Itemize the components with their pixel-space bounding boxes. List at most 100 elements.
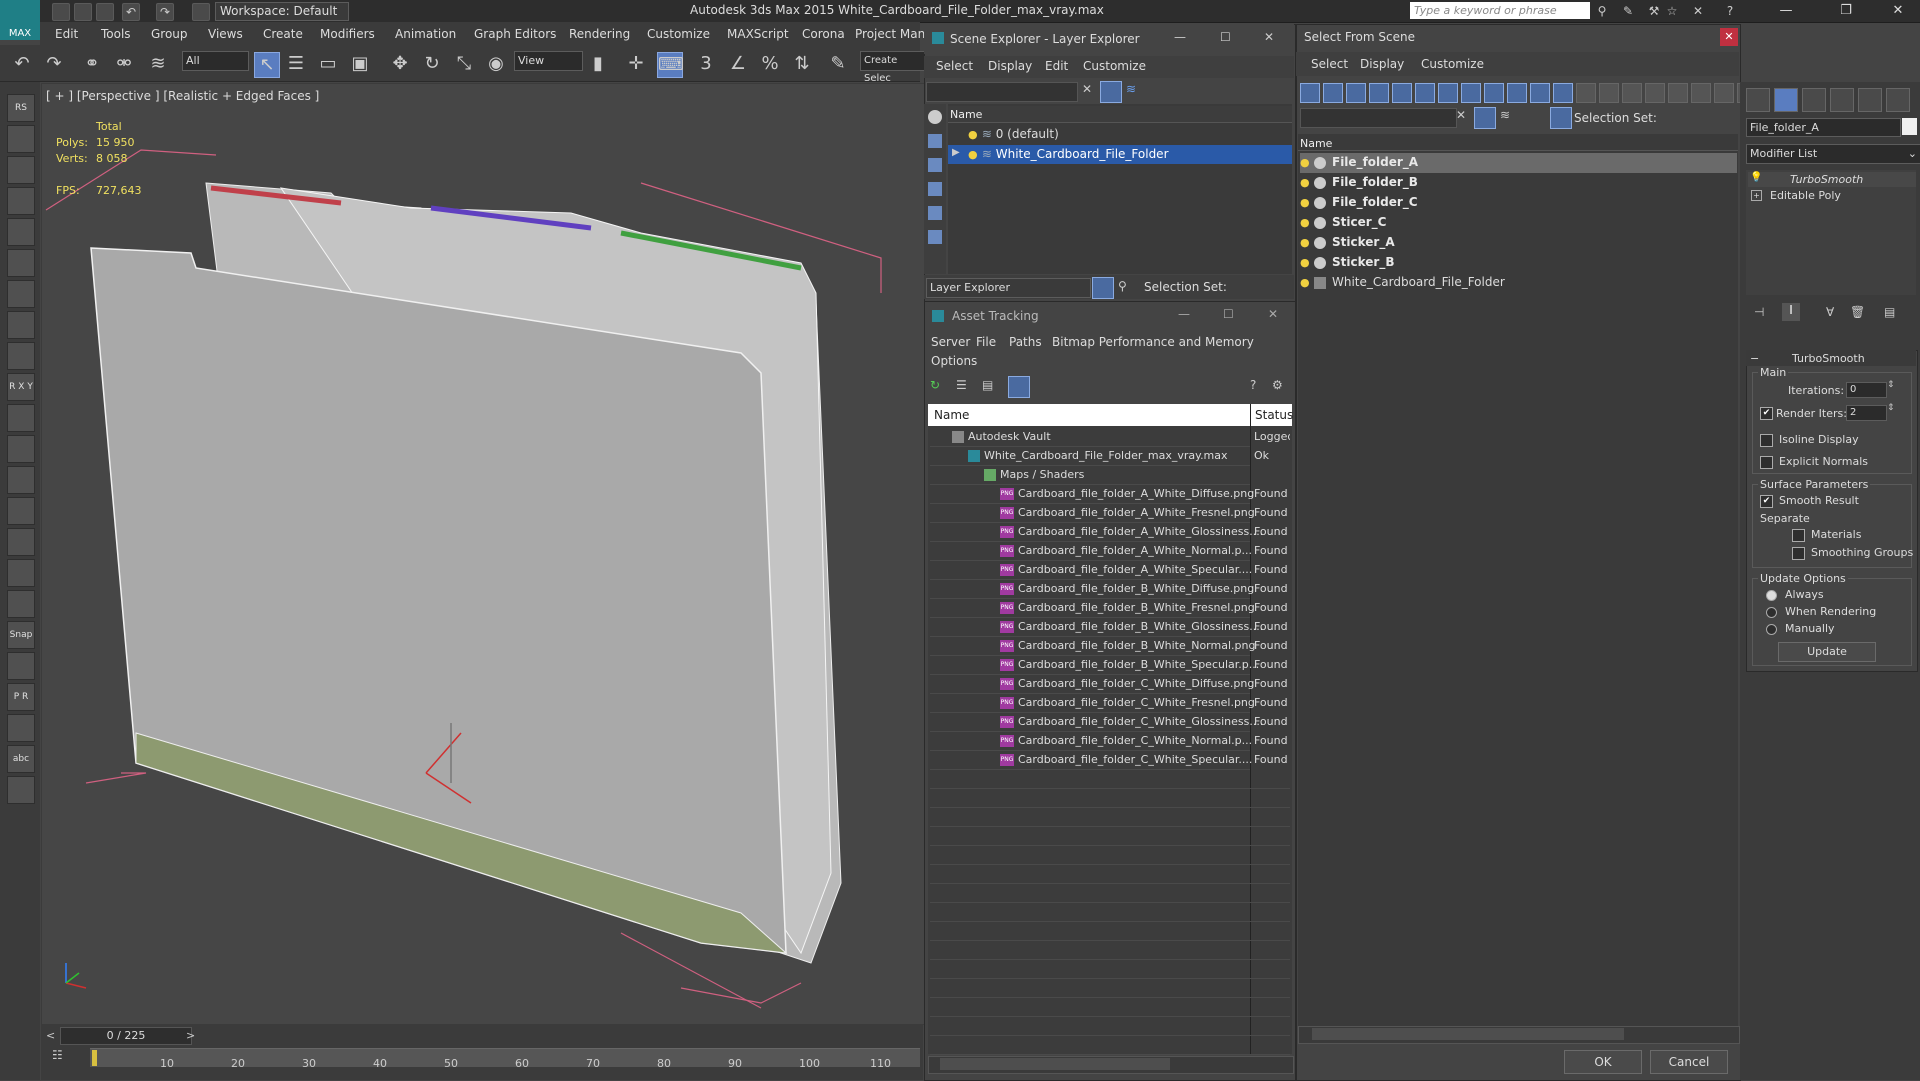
workspace-dropdown[interactable]: Workspace: Default [215, 2, 349, 21]
spinner-snap-icon[interactable]: ⇅ [790, 52, 814, 76]
selection-set-icon[interactable] [1550, 107, 1572, 129]
asset-row[interactable]: Maps / Shaders [930, 465, 1250, 485]
modifier-list-dropdown[interactable]: Modifier List ⌄ [1746, 144, 1920, 164]
mini-curve-editor-icon[interactable]: ☷ [52, 1048, 72, 1066]
select-by-name-icon[interactable]: ☰ [284, 52, 308, 76]
snaps-toggle-icon[interactable]: 3 [694, 52, 718, 76]
move-icon[interactable]: ✥ [388, 52, 412, 76]
render-iters-spinner[interactable]: 2 [1846, 405, 1887, 421]
select-all-icon[interactable] [1645, 83, 1665, 103]
scene-object-row[interactable]: ● Sticker_B [1300, 253, 1394, 273]
display-cameras-icon[interactable] [928, 206, 942, 220]
thumbnail-icon[interactable]: ▤ [982, 378, 998, 394]
track-bar[interactable] [90, 1048, 920, 1067]
undo-icon[interactable]: ↶ [122, 3, 140, 21]
light-bulb-icon[interactable]: ● [968, 145, 978, 161]
pivot-icon[interactable]: ▮ [586, 52, 610, 76]
asset-row[interactable]: PNG Cardboard_file_folder_C_White_Fresnel… [930, 693, 1255, 713]
display-groups-icon[interactable] [1438, 83, 1458, 103]
create-tab-icon[interactable] [1746, 88, 1770, 112]
undo-icon[interactable]: ↶ [10, 52, 34, 76]
clear-search-icon[interactable]: ✕ [1456, 108, 1466, 122]
spinner-arrows-icon[interactable]: ⇕ [1887, 380, 1895, 390]
help-icon[interactable]: ? [1722, 3, 1738, 19]
layer-explorer-icon[interactable] [1092, 277, 1114, 299]
display-geometry-icon[interactable] [1300, 83, 1320, 103]
asset-row[interactable]: PNG Cardboard_file_folder_B_White_Diffuse… [930, 579, 1254, 599]
light-bulb-icon[interactable]: ● [1300, 173, 1310, 189]
tools-icon[interactable]: ⚒ [1646, 3, 1662, 19]
manually-radio[interactable]: Manually [1766, 622, 1835, 635]
asset-row[interactable]: PNG Cardboard_file_folder_C_White_Specula… [930, 750, 1252, 770]
light-bulb-icon[interactable]: 💡 [1750, 172, 1762, 183]
light-bulb-icon[interactable]: ● [968, 125, 978, 141]
binoculars-icon[interactable]: ⚲ [1594, 3, 1610, 19]
menu-modifiers[interactable]: Modifiers [320, 27, 375, 41]
display-helpers-icon[interactable] [1392, 83, 1412, 103]
edit-named-selection-icon[interactable]: ✎ [826, 52, 850, 76]
menu-tools[interactable]: Tools [101, 27, 131, 41]
motion-tab-icon[interactable] [1830, 88, 1854, 112]
left-tool-button-3[interactable] [7, 187, 35, 215]
stack-item-turbosmooth[interactable]: 💡 TurboSmooth [1748, 172, 1916, 187]
light-bulb-icon[interactable]: ● [1300, 253, 1310, 269]
menu-customize[interactable]: Customize [647, 27, 710, 41]
asset-row[interactable]: PNG Cardboard_file_folder_A_White_Normal.… [930, 541, 1252, 561]
left-tool-button-1[interactable] [7, 125, 35, 153]
light-bulb-icon[interactable]: ● [1300, 233, 1310, 249]
reference-coordinate-dropdown[interactable]: View [514, 51, 583, 71]
scale-icon[interactable]: ⤡ [452, 52, 476, 76]
left-tool-button-18[interactable] [7, 652, 35, 680]
left-tool-button-6[interactable] [7, 280, 35, 308]
star-icon[interactable]: ☆ [1664, 3, 1680, 19]
left-tool-button-2[interactable] [7, 156, 35, 184]
asset-row[interactable]: PNG Cardboard_file_folder_B_White_Glossin… [930, 617, 1263, 637]
help-icon[interactable]: ? [1250, 378, 1256, 392]
layer-row-default[interactable]: ● ≋ 0 (default) [968, 125, 1059, 144]
scene-object-row[interactable]: ● File_folder_C [1300, 193, 1418, 213]
configure-modifier-sets-icon[interactable]: ▤ [1884, 305, 1895, 319]
layers-icon[interactable]: ≋ [1500, 108, 1510, 122]
modify-tab-icon[interactable] [1774, 88, 1798, 112]
scene-object-row[interactable]: ● File_folder_B [1300, 173, 1418, 193]
next-frame-icon[interactable]: > [186, 1029, 195, 1042]
left-tool-button-7[interactable] [7, 311, 35, 339]
open-file-icon[interactable] [74, 3, 92, 21]
select-none-icon[interactable] [1668, 83, 1688, 103]
light-bulb-icon[interactable]: ● [1300, 193, 1310, 209]
at-col-name[interactable]: Name [934, 408, 969, 422]
display-frozen-icon[interactable] [1530, 83, 1550, 103]
left-tool-button-19[interactable]: P R [7, 683, 35, 711]
link-icon[interactable]: ⚭ [80, 52, 104, 76]
sfs-menu-display[interactable]: Display [1360, 57, 1404, 71]
app-menu-button[interactable]: MAX [0, 0, 40, 40]
materials-checkbox[interactable]: Materials [1792, 528, 1861, 542]
at-menu-bitmap[interactable]: Bitmap Performance and Memory [1052, 335, 1254, 349]
light-bulb-icon[interactable]: ● [1300, 153, 1310, 169]
angle-snap-icon[interactable]: ∠ [726, 52, 750, 76]
filter-options-icon[interactable] [1714, 83, 1734, 103]
table-view-icon[interactable] [1008, 376, 1030, 398]
when-rendering-radio[interactable]: When Rendering [1766, 605, 1876, 618]
asset-row[interactable]: PNG Cardboard_file_folder_B_White_Fresnel… [930, 598, 1255, 618]
hierarchy-icon[interactable]: ⚲ [1118, 279, 1127, 293]
sfs-col-name[interactable]: Name [1300, 137, 1332, 150]
refresh-icon[interactable]: ↻ [930, 378, 946, 394]
file-folder-model[interactable] [90, 182, 842, 964]
menu-rendering[interactable]: Rendering [569, 27, 630, 41]
display-bones-icon[interactable] [1484, 83, 1504, 103]
unlink-icon[interactable]: ⚮ [112, 52, 136, 76]
display-none-icon[interactable] [1599, 83, 1619, 103]
window-crossing-icon[interactable]: ▣ [348, 52, 372, 76]
explorer-type-dropdown[interactable]: Layer Explorer [926, 278, 1091, 298]
minimize-icon[interactable]: — [1764, 0, 1808, 22]
se-menu-display[interactable]: Display [988, 59, 1032, 73]
search-input[interactable]: Type a keyword or phrase [1410, 2, 1590, 19]
object-color-swatch[interactable] [1902, 118, 1917, 135]
asset-row[interactable]: PNG Cardboard_file_folder_A_White_Glossin… [930, 522, 1263, 542]
spinner-arrows-icon[interactable]: ⇕ [1887, 403, 1895, 413]
restore-icon[interactable]: ❐ [1824, 0, 1868, 22]
left-tool-button-9[interactable]: R X Y Z [7, 373, 35, 418]
expand-arrow-icon[interactable]: ▶ [952, 147, 960, 158]
create-selection-set-dropdown[interactable]: Create Selec [860, 51, 925, 84]
